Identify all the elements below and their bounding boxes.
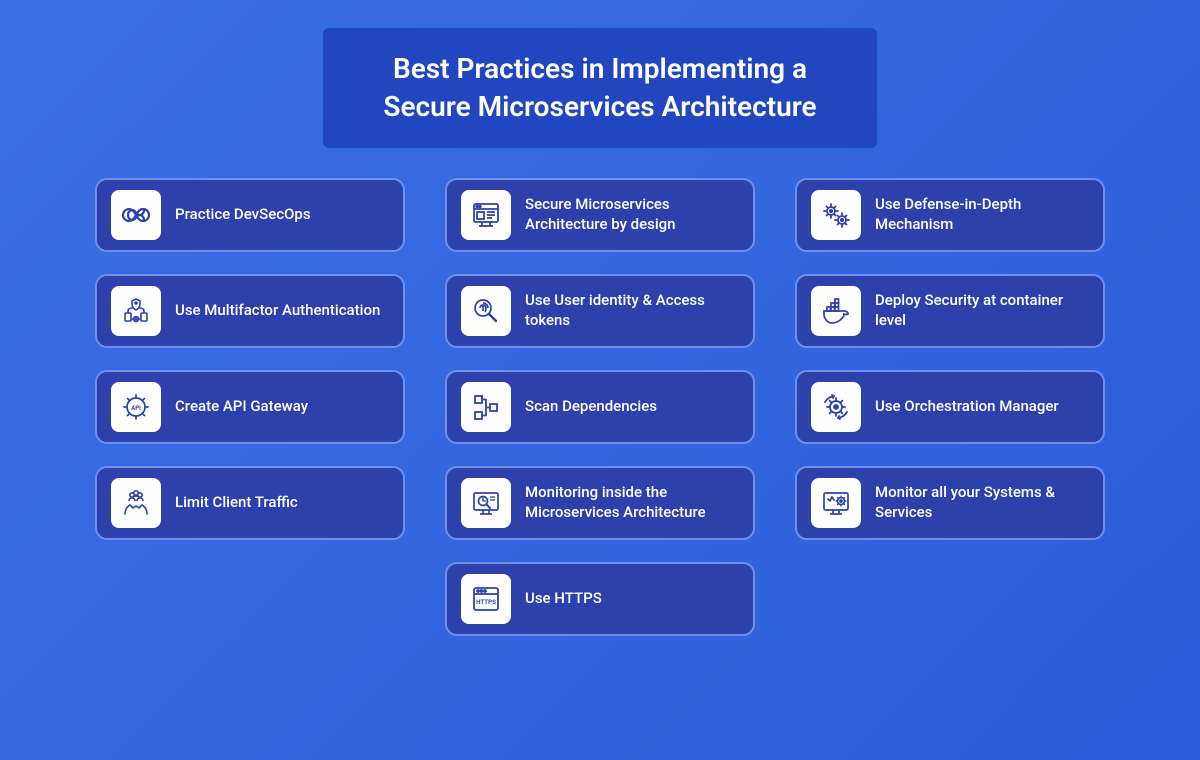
card-label: Secure Microservices Architecture by des…: [525, 195, 739, 234]
title-line-1: Best Practices in Implementing a: [393, 52, 807, 85]
card-use-https: HTTPS Use HTTPS: [445, 562, 755, 636]
card-monitor-inside: Monitoring inside the Microservices Arch…: [445, 466, 755, 540]
card-label: Use Multifactor Authentication: [175, 301, 380, 321]
card-label: Use User identity & Access tokens: [525, 291, 739, 330]
monitor-chart-icon: [461, 478, 511, 528]
card-scan-dependencies: Scan Dependencies: [445, 370, 755, 444]
monitor-gear-icon: [811, 478, 861, 528]
svg-text:API: API: [131, 405, 141, 412]
design-monitor-icon: [461, 190, 511, 240]
card-orchestration: Use Orchestration Manager: [795, 370, 1105, 444]
card-label: Create API Gateway: [175, 397, 308, 417]
card-label: Use HTTPS: [525, 589, 602, 609]
card-defense-in-depth: Use Defense-in-Depth Mechanism: [795, 178, 1105, 252]
card-identity-tokens: Use User identity & Access tokens: [445, 274, 755, 348]
page-title-container: Best Practices in Implementing a Secure …: [323, 28, 876, 148]
https-browser-icon: HTTPS: [461, 574, 511, 624]
card-label: Deploy Security at container level: [875, 291, 1089, 330]
dependency-tree-icon: [461, 382, 511, 432]
container-icon: [811, 286, 861, 336]
gears-icon: [811, 190, 861, 240]
card-label: Practice DevSecOps: [175, 205, 311, 225]
page-title: Best Practices in Implementing a Secure …: [383, 50, 816, 126]
svg-text:HTTPS: HTTPS: [476, 598, 496, 606]
orchestration-gear-icon: [811, 382, 861, 432]
fingerprint-icon: [461, 286, 511, 336]
infinity-icon: [111, 190, 161, 240]
card-container-security: Deploy Security at container level: [795, 274, 1105, 348]
title-line-2: Secure Microservices Architecture: [383, 90, 816, 123]
card-label: Limit Client Traffic: [175, 493, 298, 513]
hands-people-icon: [111, 478, 161, 528]
card-secure-by-design: Secure Microservices Architecture by des…: [445, 178, 755, 252]
card-api-gateway: API Create API Gateway: [95, 370, 405, 444]
mfa-icon: [111, 286, 161, 336]
cards-grid: Practice DevSecOps Secure Microservices …: [95, 178, 1105, 636]
card-monitor-systems: Monitor all your Systems & Services: [795, 466, 1105, 540]
card-label: Monitor all your Systems & Services: [875, 483, 1089, 522]
card-label: Monitoring inside the Microservices Arch…: [525, 483, 739, 522]
card-label: Use Defense-in-Depth Mechanism: [875, 195, 1089, 234]
card-label: Use Orchestration Manager: [875, 397, 1059, 417]
card-mfa: Use Multifactor Authentication: [95, 274, 405, 348]
card-label: Scan Dependencies: [525, 397, 657, 417]
card-practice-devsecops: Practice DevSecOps: [95, 178, 405, 252]
card-limit-traffic: Limit Client Traffic: [95, 466, 405, 540]
api-gear-icon: API: [111, 382, 161, 432]
